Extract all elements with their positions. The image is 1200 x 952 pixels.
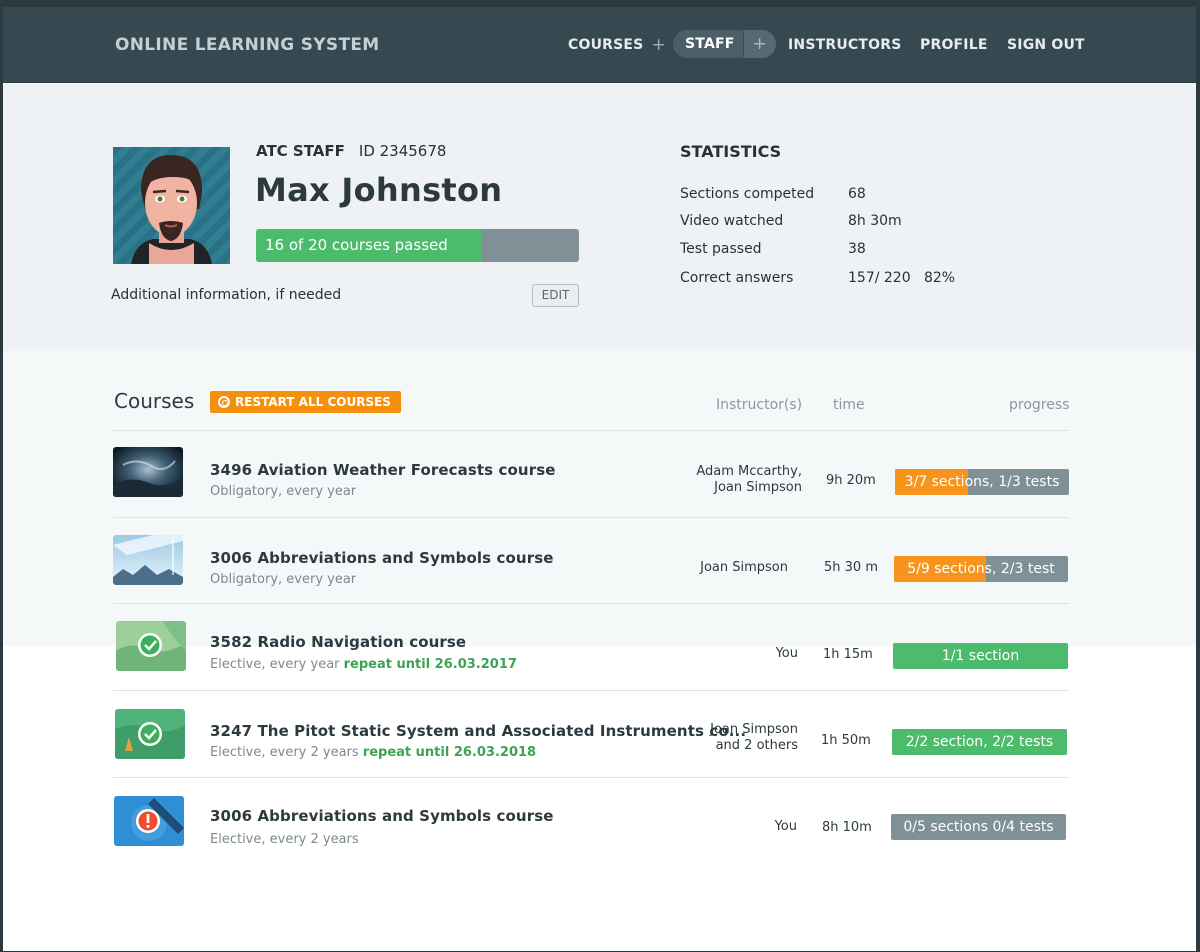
course-progress-bar: 3/7 sections, 1/3 tests	[895, 469, 1069, 495]
stat-value: 38	[848, 241, 866, 257]
stat-label: Correct answers	[680, 270, 794, 286]
course-instructors: Adam Mccarthy, Joan Simpson	[696, 464, 802, 496]
instructor-line: Adam Mccarthy,	[696, 464, 802, 479]
brand-title[interactable]: ONLINE LEARNING SYSTEM	[115, 35, 379, 55]
nav-sign-out[interactable]: SIGN OUT	[1007, 7, 1085, 83]
nav-courses-label[interactable]: COURSES	[568, 37, 643, 53]
plus-icon[interactable]: +	[742, 30, 776, 58]
course-row[interactable]: 3247 The Pitot Static System and Associa…	[113, 691, 1073, 777]
progress-label: 2/2 section, 2/2 tests	[905, 734, 1054, 750]
restart-icon	[218, 396, 230, 408]
course-subtitle: Obligatory, every year	[210, 484, 356, 499]
repeat-until: repeat until 26.03.2018	[362, 745, 537, 760]
instructor-line: Joan Simpson	[714, 480, 802, 495]
stat-value: 8h 30m	[848, 213, 902, 229]
course-title[interactable]: 3582 Radio Navigation course	[210, 633, 466, 651]
nav-staff-label[interactable]: STAFF	[673, 36, 743, 52]
instructor-line: You	[774, 819, 797, 834]
column-time: time	[833, 397, 865, 413]
restart-all-courses-button[interactable]: RESTART ALL COURSES	[210, 391, 401, 413]
courses-title: Courses	[114, 389, 195, 413]
courses-passed-progress-bar: 16 of 20 courses passed	[256, 229, 579, 262]
staff-id-line: ATC STAFF ID 2345678	[256, 142, 446, 160]
completed-check-image[interactable]	[116, 621, 186, 671]
restart-label: RESTART ALL COURSES	[235, 395, 391, 409]
instructor-line: You	[775, 646, 798, 661]
course-instructors: Joan Simpson	[700, 560, 788, 576]
stat-value: 157/ 220 82%	[848, 270, 956, 286]
column-instructors: Instructor(s)	[716, 397, 803, 413]
course-title[interactable]: 3496 Aviation Weather Forecasts course	[210, 461, 556, 479]
course-row[interactable]: 3496 Aviation Weather Forecasts course O…	[113, 431, 1073, 517]
course-frequency: Elective, every year	[210, 657, 344, 672]
nav-profile[interactable]: PROFILE	[920, 7, 988, 83]
stat-sections: Sections competed 68	[680, 186, 866, 202]
warning-satellite-image[interactable]	[114, 796, 184, 846]
course-instructors: You	[776, 646, 798, 662]
course-time: 1h 50m	[821, 733, 871, 748]
nav-instructors[interactable]: INSTRUCTORS	[788, 7, 902, 83]
avatar	[113, 147, 230, 264]
progress-label: 3/7 sections, 1/3 tests	[904, 474, 1060, 490]
course-instructors: Joan Simpson and 2 others	[710, 722, 798, 754]
app-window: ONLINE LEARNING SYSTEM COURSES + STAFF +…	[3, 7, 1196, 951]
progress-label: 5/9 sections, 2/3 test	[907, 561, 1055, 577]
profile-name: Max Johnston	[255, 171, 503, 209]
course-subtitle: Elective, every year repeat until 26.03.…	[210, 657, 517, 672]
mountain-sky-image[interactable]	[113, 535, 183, 585]
course-time: 1h 15m	[823, 647, 873, 662]
course-frequency: Elective, every 2 years	[210, 832, 359, 847]
instructor-line: and 2 others	[715, 738, 798, 753]
nav-courses[interactable]: COURSES +	[568, 7, 666, 83]
stat-label: Sections competed	[680, 186, 815, 202]
course-title[interactable]: 3006 Abbreviations and Symbols course	[210, 549, 554, 567]
course-time: 9h 20m	[826, 473, 876, 488]
progress-label: 1/1 section	[941, 648, 1020, 664]
stat-answers: Correct answers 157/ 220 82%	[680, 270, 955, 286]
column-progress: progress	[1009, 397, 1070, 413]
staff-pill[interactable]: STAFF +	[673, 30, 776, 58]
stat-label: Video watched	[680, 213, 784, 229]
statistics-title: STATISTICS	[680, 142, 782, 161]
course-frequency: Obligatory, every year	[210, 572, 357, 587]
storm-clouds-image[interactable]	[113, 447, 183, 497]
course-time: 8h 10m	[822, 820, 872, 835]
stat-label: Test passed	[680, 241, 762, 257]
instructor-line: Joan Simpson	[700, 560, 788, 575]
course-subtitle: Elective, every 2 years repeat until 26.…	[210, 745, 536, 760]
edit-button[interactable]: EDIT	[532, 284, 579, 307]
course-progress-bar: 0/5 sections 0/4 tests	[891, 814, 1066, 840]
progress-label: 0/5 sections 0/4 tests	[903, 819, 1054, 835]
course-row[interactable]: 3006 Abbreviations and Symbols course Ob…	[113, 518, 1073, 604]
plus-icon[interactable]: +	[651, 35, 665, 55]
course-title[interactable]: 3247 The Pitot Static System and Associa…	[210, 722, 746, 740]
course-progress-bar: 1/1 section	[893, 643, 1068, 669]
course-row[interactable]: 3582 Radio Navigation course Elective, e…	[113, 604, 1073, 690]
stat-video: Video watched 8h 30m	[680, 213, 902, 229]
course-frequency: Obligatory, every year	[210, 484, 357, 499]
course-time: 5h 30 m	[824, 560, 878, 575]
completed-check-image[interactable]	[115, 709, 185, 759]
repeat-until: repeat until 26.03.2017	[343, 657, 517, 672]
staff-role: ATC STAFF	[256, 142, 345, 160]
course-frequency: Elective, every 2 years	[210, 745, 363, 760]
additional-info: Additional information, if needed	[111, 287, 342, 303]
course-subtitle: Obligatory, every year	[210, 572, 356, 587]
progress-label: 16 of 20 courses passed	[265, 236, 448, 254]
course-instructors: You	[775, 819, 797, 835]
stat-value: 68	[848, 186, 866, 202]
course-subtitle: Elective, every 2 years	[210, 832, 359, 847]
nav-staff[interactable]: STAFF +	[673, 30, 776, 58]
top-navigation-bar: ONLINE LEARNING SYSTEM COURSES + STAFF +…	[3, 7, 1196, 83]
course-progress-bar: 2/2 section, 2/2 tests	[892, 729, 1067, 755]
stat-tests: Test passed 38	[680, 241, 866, 257]
course-row[interactable]: 3006 Abbreviations and Symbols course El…	[113, 778, 1073, 864]
staff-id: ID 2345678	[358, 142, 447, 160]
instructor-line: Joan Simpson	[710, 722, 798, 737]
course-progress-bar: 5/9 sections, 2/3 test	[894, 556, 1068, 582]
course-title[interactable]: 3006 Abbreviations and Symbols course	[210, 807, 554, 825]
